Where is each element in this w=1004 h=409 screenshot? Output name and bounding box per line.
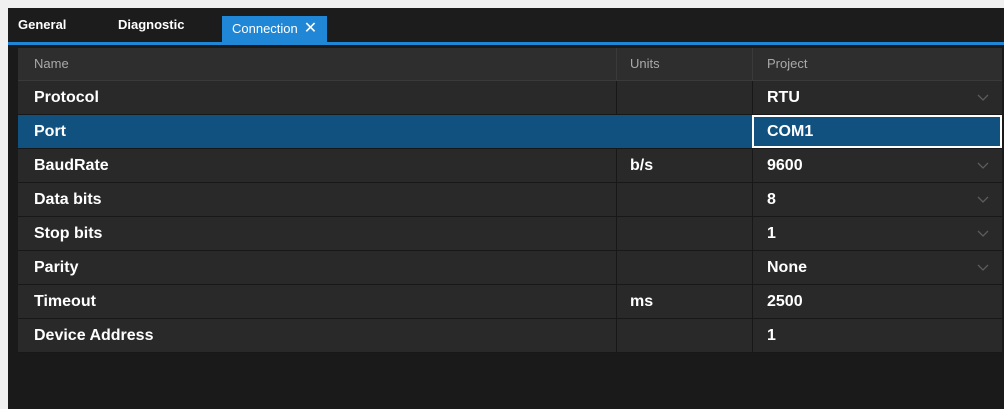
property-name: Stop bits <box>34 225 103 242</box>
column-divider <box>616 149 617 182</box>
close-icon[interactable]: ✕ <box>304 16 317 42</box>
column-divider <box>616 48 617 80</box>
property-grid: Name Units Project Protocol RTU Port COM… <box>18 48 1002 353</box>
column-divider <box>616 217 617 250</box>
property-value[interactable]: RTU <box>767 81 800 114</box>
property-row-device-address[interactable]: Device Address 1 <box>18 319 1002 353</box>
tab-general[interactable]: General <box>18 8 66 42</box>
property-row-data-bits[interactable]: Data bits 8 <box>18 183 1002 217</box>
property-value[interactable]: COM1 <box>767 117 813 146</box>
property-value[interactable]: 9600 <box>767 149 803 182</box>
column-divider <box>616 285 617 318</box>
property-units: b/s <box>630 157 654 174</box>
property-name: BaudRate <box>34 157 109 174</box>
tab-diagnostic[interactable]: Diagnostic <box>118 8 184 42</box>
column-divider <box>752 183 753 216</box>
column-divider <box>616 319 617 352</box>
column-divider <box>752 319 753 352</box>
tab-bar: General Diagnostic Connection ✕ <box>8 8 1004 42</box>
property-name: Parity <box>34 259 79 276</box>
chevron-down-icon[interactable] <box>976 226 990 240</box>
property-name: Data bits <box>34 191 102 208</box>
property-units: ms <box>630 293 654 310</box>
tab-connection[interactable]: Connection ✕ <box>222 16 328 42</box>
property-name: Port <box>34 123 66 140</box>
port-edit-field[interactable]: COM1 <box>752 115 1002 148</box>
property-value[interactable]: None <box>767 251 807 284</box>
chevron-down-icon[interactable] <box>976 158 990 172</box>
property-row-port[interactable]: Port COM1 <box>18 115 1002 149</box>
column-divider <box>616 251 617 284</box>
property-name: Timeout <box>34 293 96 310</box>
chevron-down-icon[interactable] <box>976 90 990 104</box>
grid-header: Name Units Project <box>18 48 1002 81</box>
tab-underline <box>8 42 1004 45</box>
column-divider <box>752 285 753 318</box>
tab-connection-label: Connection <box>232 21 298 36</box>
property-value[interactable]: 1 <box>767 217 776 250</box>
column-divider <box>752 149 753 182</box>
column-divider <box>616 183 617 216</box>
column-divider <box>616 115 617 148</box>
column-divider <box>752 251 753 284</box>
properties-window: General Diagnostic Connection ✕ Name Unit… <box>8 8 1004 409</box>
chevron-down-icon[interactable] <box>976 192 990 206</box>
column-divider <box>752 217 753 250</box>
column-header-units[interactable]: Units <box>630 48 660 80</box>
property-row-stop-bits[interactable]: Stop bits 1 <box>18 217 1002 251</box>
column-divider <box>752 81 753 114</box>
property-value[interactable]: 2500 <box>767 285 803 318</box>
property-name: Protocol <box>34 89 99 106</box>
chevron-down-icon[interactable] <box>976 260 990 274</box>
property-row-baudrate[interactable]: BaudRate b/s 9600 <box>18 149 1002 183</box>
column-divider <box>616 81 617 114</box>
property-value[interactable]: 8 <box>767 183 776 216</box>
property-value[interactable]: 1 <box>767 319 776 352</box>
column-divider <box>752 48 753 80</box>
property-row-protocol[interactable]: Protocol RTU <box>18 81 1002 115</box>
property-row-parity[interactable]: Parity None <box>18 251 1002 285</box>
side-strip <box>8 45 18 409</box>
property-name: Device Address <box>34 327 154 344</box>
property-row-timeout[interactable]: Timeout ms 2500 <box>18 285 1002 319</box>
column-header-project[interactable]: Project <box>767 48 807 80</box>
column-header-name[interactable]: Name <box>34 48 69 80</box>
